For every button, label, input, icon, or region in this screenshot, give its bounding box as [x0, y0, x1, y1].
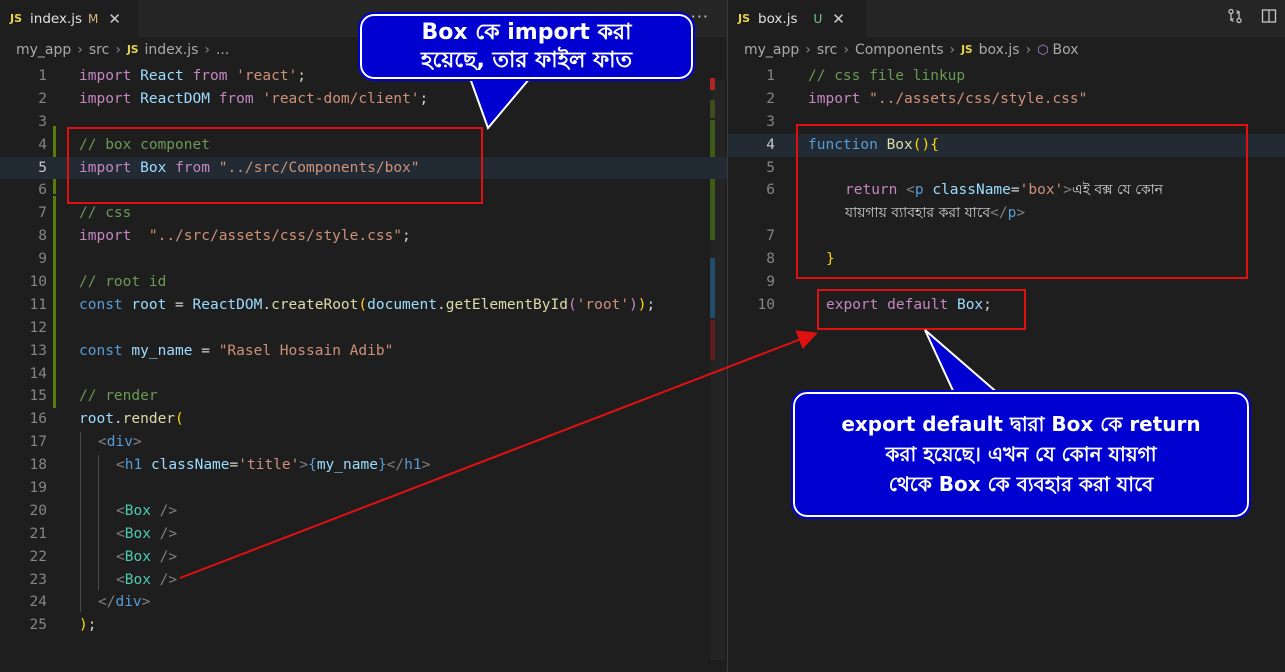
callout-tail-graphic [468, 77, 1003, 396]
callout-export-note: export default দ্বারা Box কে return করা … [791, 390, 1251, 519]
callout-import-note: Box কে import করা হয়েছে, তার ফাইল ফাত [358, 12, 695, 81]
callout-text: export default দ্বারা Box কে return [841, 412, 1201, 436]
callout-text: হয়েছে, তার ফাইল ফাত [420, 48, 633, 73]
callout-text: থেকে Box কে ব্যবহার করা যাবে [888, 472, 1154, 496]
callout-text: করা হয়েছে। এখন যে কোন যায়গা [885, 442, 1157, 466]
callout-text: Box কে import করা [421, 20, 632, 45]
